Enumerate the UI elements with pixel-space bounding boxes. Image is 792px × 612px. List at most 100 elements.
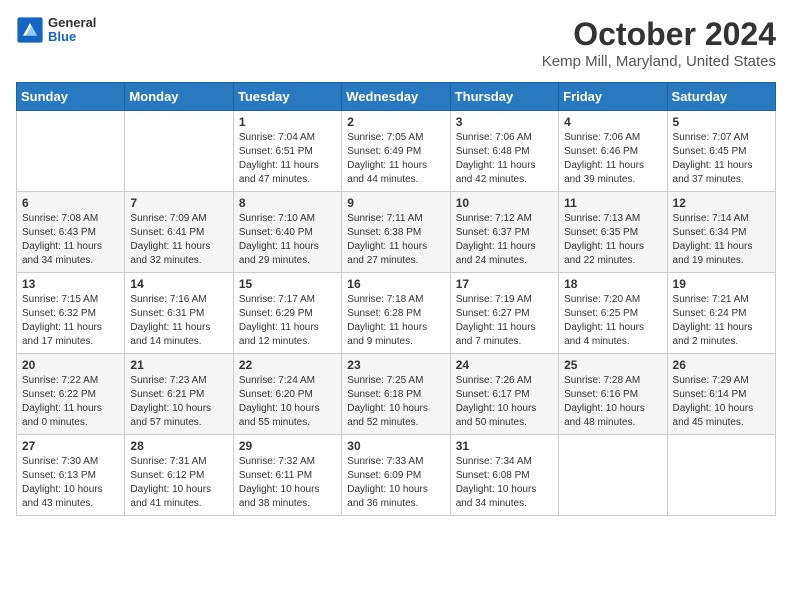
day-info: Sunrise: 7:28 AM Sunset: 6:16 PM Dayligh… [564, 374, 661, 430]
day-number: 19 [673, 277, 770, 291]
day-number: 11 [564, 196, 661, 210]
calendar-cell: 30Sunrise: 7:33 AM Sunset: 6:09 PM Dayli… [342, 435, 450, 516]
day-number: 23 [347, 358, 444, 372]
calendar-cell: 2 Sunrise: 7:05 AM Sunset: 6:49 PM Daylig… [342, 111, 450, 192]
day-number: 29 [239, 439, 336, 453]
calendar-cell: 13Sunrise: 7:15 AM Sunset: 6:32 PM Dayli… [17, 273, 125, 354]
day-info: Sunrise: 7:12 AM Sunset: 6:37 PM Dayligh… [456, 212, 553, 268]
day-info: Sunrise: 7:20 AM Sunset: 6:25 PM Dayligh… [564, 293, 661, 349]
calendar-cell: 25 Sunrise: 7:28 AM Sunset: 6:16 PM Dayli… [559, 354, 667, 435]
calendar-cell: 5 Sunrise: 7:07 AM Sunset: 6:45 PM Daylig… [667, 111, 775, 192]
calendar-cell: 1Sunrise: 7:04 AM Sunset: 6:51 PM Daylig… [233, 111, 341, 192]
calendar-cell: 15 Sunrise: 7:17 AM Sunset: 6:29 PM Dayli… [233, 273, 341, 354]
day-number: 26 [673, 358, 770, 372]
day-info: Sunrise: 7:06 AM Sunset: 6:46 PM Dayligh… [564, 131, 661, 187]
calendar-table: SundayMondayTuesdayWednesdayThursdayFrid… [16, 82, 776, 516]
calendar-week-row: 20 Sunrise: 7:22 AM Sunset: 6:22 PM Dayli… [17, 354, 776, 435]
logo-general: General [48, 16, 96, 30]
day-number: 22 [239, 358, 336, 372]
day-info: Sunrise: 7:14 AM Sunset: 6:34 PM Dayligh… [673, 212, 770, 268]
day-info: Sunrise: 7:25 AM Sunset: 6:18 PM Dayligh… [347, 374, 444, 430]
calendar-cell: 12Sunrise: 7:14 AM Sunset: 6:34 PM Dayli… [667, 192, 775, 273]
day-number: 7 [130, 196, 227, 210]
day-number: 18 [564, 277, 661, 291]
logo-icon [16, 16, 44, 44]
day-number: 13 [22, 277, 119, 291]
day-number: 10 [456, 196, 553, 210]
calendar-day-header: Tuesday [233, 83, 341, 111]
calendar-cell: 7 Sunrise: 7:09 AM Sunset: 6:41 PM Daylig… [125, 192, 233, 273]
day-number: 5 [673, 115, 770, 129]
day-number: 25 [564, 358, 661, 372]
page-subtitle: Kemp Mill, Maryland, United States [542, 53, 776, 70]
calendar-day-header: Thursday [450, 83, 558, 111]
calendar-cell: 17 Sunrise: 7:19 AM Sunset: 6:27 PM Dayli… [450, 273, 558, 354]
calendar-cell [125, 111, 233, 192]
day-info: Sunrise: 7:07 AM Sunset: 6:45 PM Dayligh… [673, 131, 770, 187]
day-info: Sunrise: 7:33 AM Sunset: 6:09 PM Dayligh… [347, 455, 444, 511]
day-number: 17 [456, 277, 553, 291]
day-number: 4 [564, 115, 661, 129]
calendar-cell: 27Sunrise: 7:30 AM Sunset: 6:13 PM Dayli… [17, 435, 125, 516]
day-info: Sunrise: 7:08 AM Sunset: 6:43 PM Dayligh… [22, 212, 119, 268]
day-info: Sunrise: 7:13 AM Sunset: 6:35 PM Dayligh… [564, 212, 661, 268]
day-number: 3 [456, 115, 553, 129]
logo: General Blue [16, 16, 96, 45]
day-info: Sunrise: 7:26 AM Sunset: 6:17 PM Dayligh… [456, 374, 553, 430]
calendar-cell: 23 Sunrise: 7:25 AM Sunset: 6:18 PM Dayli… [342, 354, 450, 435]
day-number: 27 [22, 439, 119, 453]
day-number: 8 [239, 196, 336, 210]
day-number: 16 [347, 277, 444, 291]
calendar-day-header: Friday [559, 83, 667, 111]
calendar-cell: 4 Sunrise: 7:06 AM Sunset: 6:46 PM Daylig… [559, 111, 667, 192]
calendar-cell: 16Sunrise: 7:18 AM Sunset: 6:28 PM Dayli… [342, 273, 450, 354]
day-info: Sunrise: 7:17 AM Sunset: 6:29 PM Dayligh… [239, 293, 336, 349]
calendar-cell: 26 Sunrise: 7:29 AM Sunset: 6:14 PM Dayli… [667, 354, 775, 435]
day-number: 15 [239, 277, 336, 291]
calendar-cell: 22 Sunrise: 7:24 AM Sunset: 6:20 PM Dayli… [233, 354, 341, 435]
day-number: 20 [22, 358, 119, 372]
day-info: Sunrise: 7:34 AM Sunset: 6:08 PM Dayligh… [456, 455, 553, 511]
calendar-day-header: Sunday [17, 83, 125, 111]
calendar-cell: 14Sunrise: 7:16 AM Sunset: 6:31 PM Dayli… [125, 273, 233, 354]
day-info: Sunrise: 7:24 AM Sunset: 6:20 PM Dayligh… [239, 374, 336, 430]
day-number: 2 [347, 115, 444, 129]
calendar-day-header: Saturday [667, 83, 775, 111]
calendar-cell: 28 Sunrise: 7:31 AM Sunset: 6:12 PM Dayli… [125, 435, 233, 516]
calendar-header-row: SundayMondayTuesdayWednesdayThursdayFrid… [17, 83, 776, 111]
calendar-cell: 6Sunrise: 7:08 AM Sunset: 6:43 PM Daylig… [17, 192, 125, 273]
day-number: 28 [130, 439, 227, 453]
calendar-week-row: 6Sunrise: 7:08 AM Sunset: 6:43 PM Daylig… [17, 192, 776, 273]
day-number: 21 [130, 358, 227, 372]
day-number: 9 [347, 196, 444, 210]
day-info: Sunrise: 7:05 AM Sunset: 6:49 PM Dayligh… [347, 131, 444, 187]
calendar-cell [17, 111, 125, 192]
calendar-cell: 10 Sunrise: 7:12 AM Sunset: 6:37 PM Dayli… [450, 192, 558, 273]
day-info: Sunrise: 7:29 AM Sunset: 6:14 PM Dayligh… [673, 374, 770, 430]
day-info: Sunrise: 7:32 AM Sunset: 6:11 PM Dayligh… [239, 455, 336, 511]
day-info: Sunrise: 7:22 AM Sunset: 6:22 PM Dayligh… [22, 374, 119, 430]
calendar-cell: 8Sunrise: 7:10 AM Sunset: 6:40 PM Daylig… [233, 192, 341, 273]
calendar-cell: 19Sunrise: 7:21 AM Sunset: 6:24 PM Dayli… [667, 273, 775, 354]
calendar-day-header: Wednesday [342, 83, 450, 111]
day-number: 1 [239, 115, 336, 129]
calendar-cell [559, 435, 667, 516]
calendar-cell: 18 Sunrise: 7:20 AM Sunset: 6:25 PM Dayli… [559, 273, 667, 354]
day-info: Sunrise: 7:06 AM Sunset: 6:48 PM Dayligh… [456, 131, 553, 187]
day-info: Sunrise: 7:16 AM Sunset: 6:31 PM Dayligh… [130, 293, 227, 349]
day-number: 24 [456, 358, 553, 372]
day-number: 31 [456, 439, 553, 453]
calendar-cell: 29 Sunrise: 7:32 AM Sunset: 6:11 PM Dayli… [233, 435, 341, 516]
day-info: Sunrise: 7:11 AM Sunset: 6:38 PM Dayligh… [347, 212, 444, 268]
calendar-cell: 31 Sunrise: 7:34 AM Sunset: 6:08 PM Dayli… [450, 435, 558, 516]
day-info: Sunrise: 7:09 AM Sunset: 6:41 PM Dayligh… [130, 212, 227, 268]
day-info: Sunrise: 7:31 AM Sunset: 6:12 PM Dayligh… [130, 455, 227, 511]
calendar-week-row: 13Sunrise: 7:15 AM Sunset: 6:32 PM Dayli… [17, 273, 776, 354]
logo-blue: Blue [48, 30, 96, 44]
page-title: October 2024 [542, 16, 776, 53]
calendar-cell: 24 Sunrise: 7:26 AM Sunset: 6:17 PM Dayli… [450, 354, 558, 435]
calendar-day-header: Monday [125, 83, 233, 111]
calendar-cell [667, 435, 775, 516]
calendar-week-row: 27Sunrise: 7:30 AM Sunset: 6:13 PM Dayli… [17, 435, 776, 516]
day-info: Sunrise: 7:19 AM Sunset: 6:27 PM Dayligh… [456, 293, 553, 349]
